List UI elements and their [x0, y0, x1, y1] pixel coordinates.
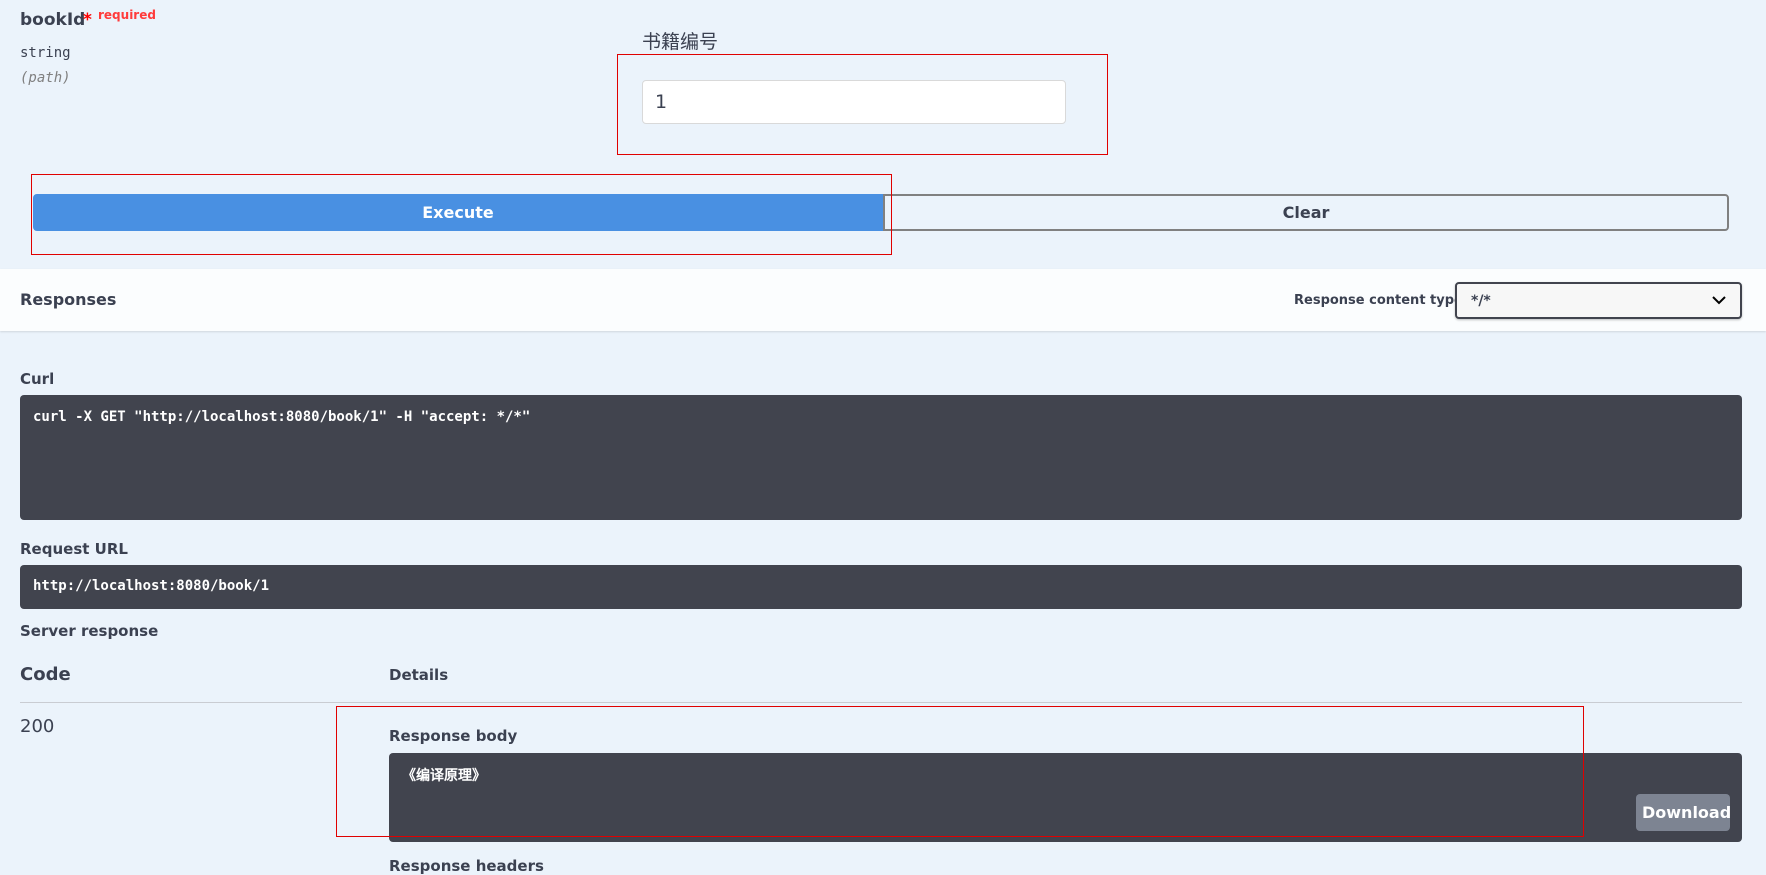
responses-title: Responses	[20, 290, 117, 309]
code-column-header: Code	[20, 664, 71, 685]
request-url-block[interactable]: http://localhost:8080/book/1	[20, 565, 1742, 609]
curl-command: curl -X GET "http://localhost:8080/book/…	[33, 409, 531, 425]
content-type-select[interactable]: */*	[1455, 282, 1742, 319]
curl-label: Curl	[20, 370, 55, 388]
clear-button[interactable]: Clear	[883, 194, 1729, 231]
chevron-down-icon	[1712, 293, 1726, 309]
execute-button[interactable]: Execute	[33, 194, 883, 231]
content-type-label: Response content type	[1294, 293, 1463, 308]
param-description: 书籍编号	[642, 31, 719, 53]
table-divider	[20, 702, 1742, 703]
response-body-value: 《编译原理》	[402, 768, 486, 784]
download-button[interactable]: Download	[1636, 794, 1731, 831]
required-star: *	[83, 10, 92, 30]
response-body-block[interactable]: 《编译原理》	[389, 753, 1742, 842]
response-body-label: Response body	[389, 727, 518, 745]
request-url-value: http://localhost:8080/book/1	[33, 578, 270, 594]
request-url-label: Request URL	[20, 540, 128, 558]
response-code: 200	[20, 716, 55, 737]
param-name: bookId	[20, 10, 86, 30]
response-headers-label: Response headers	[389, 857, 544, 875]
content-type-value: */*	[1471, 292, 1491, 309]
book-id-input[interactable]	[642, 80, 1066, 124]
curl-code-block[interactable]: curl -X GET "http://localhost:8080/book/…	[20, 395, 1742, 520]
server-response-label: Server response	[20, 622, 159, 640]
required-label: required	[98, 8, 156, 22]
details-column-header: Details	[389, 666, 449, 684]
param-location: (path)	[20, 70, 71, 86]
param-type: string	[20, 45, 71, 61]
